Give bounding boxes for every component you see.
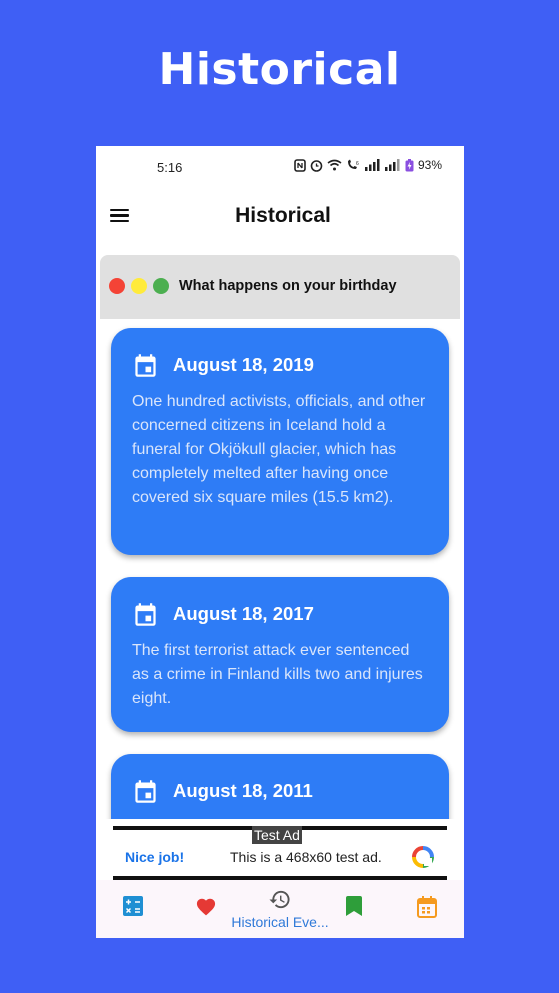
ad-label: Test Ad <box>252 826 302 844</box>
alarm-icon <box>310 159 323 172</box>
status-icons: 6 93% <box>294 158 442 172</box>
events-list[interactable]: August 18, 2019 One hundred activists, o… <box>96 319 464 819</box>
battery-icon <box>405 158 414 171</box>
nav-calendar[interactable] <box>390 880 464 938</box>
battery-percent: 93% <box>417 158 442 172</box>
banner-text: What happens on your birthday <box>179 278 397 294</box>
call-icon: 6 <box>347 159 359 169</box>
ad-text: This is a 468x60 test ad. <box>230 849 382 865</box>
event-card[interactable]: August 18, 2017 The first terrorist atta… <box>111 577 449 732</box>
ad-logo-icon <box>412 846 434 868</box>
yellow-dot-icon <box>131 278 147 294</box>
event-date: August 18, 2019 <box>173 354 314 375</box>
red-dot-icon <box>109 278 125 294</box>
nav-bookmarks[interactable] <box>317 880 391 938</box>
calendar-icon <box>135 779 156 803</box>
app-bar: Historical <box>96 188 464 246</box>
bookmark-icon <box>345 896 362 916</box>
calendar-icon <box>135 602 156 626</box>
nav-calculator[interactable] <box>96 880 170 938</box>
calendar-icon <box>417 896 438 918</box>
event-date: August 18, 2011 <box>173 780 313 801</box>
svg-text:6: 6 <box>356 161 359 167</box>
event-text: One hundred activists, officials, and ot… <box>132 393 426 506</box>
event-card[interactable]: August 18, 2019 One hundred activists, o… <box>111 328 449 555</box>
event-card[interactable]: August 18, 2011 <box>111 754 449 819</box>
history-icon <box>269 890 290 909</box>
calculator-icon <box>122 896 143 916</box>
signal-icon-2 <box>384 159 400 171</box>
app-title: Historical <box>235 204 331 227</box>
status-time: 5:16 <box>157 160 183 175</box>
green-dot-icon <box>153 278 169 294</box>
nfc-icon <box>294 158 306 172</box>
nav-historical-label: Historical Eve... <box>231 914 329 930</box>
wifi-icon <box>327 159 342 171</box>
promo-title: Historical <box>158 44 401 95</box>
event-text: The first terrorist attack ever sentence… <box>132 642 423 707</box>
event-date: August 18, 2017 <box>173 603 314 624</box>
nav-historical-events[interactable]: Historical Eve... <box>231 880 329 938</box>
birthday-banner[interactable]: What happens on your birthday <box>100 255 460 319</box>
bottom-navigation: Historical Eve... <box>96 880 464 938</box>
status-bar: 5:16 6 93% <box>96 146 464 188</box>
ad-nice-text: Nice job! <box>125 849 185 865</box>
heart-icon <box>197 898 216 916</box>
calendar-icon <box>135 353 156 377</box>
phone-screen: 5:16 6 93% Historical What happens on yo… <box>96 146 464 938</box>
test-ad-banner[interactable]: Test Ad Nice job! This is a 468x60 test … <box>113 826 447 880</box>
signal-icon-1 <box>364 159 380 171</box>
